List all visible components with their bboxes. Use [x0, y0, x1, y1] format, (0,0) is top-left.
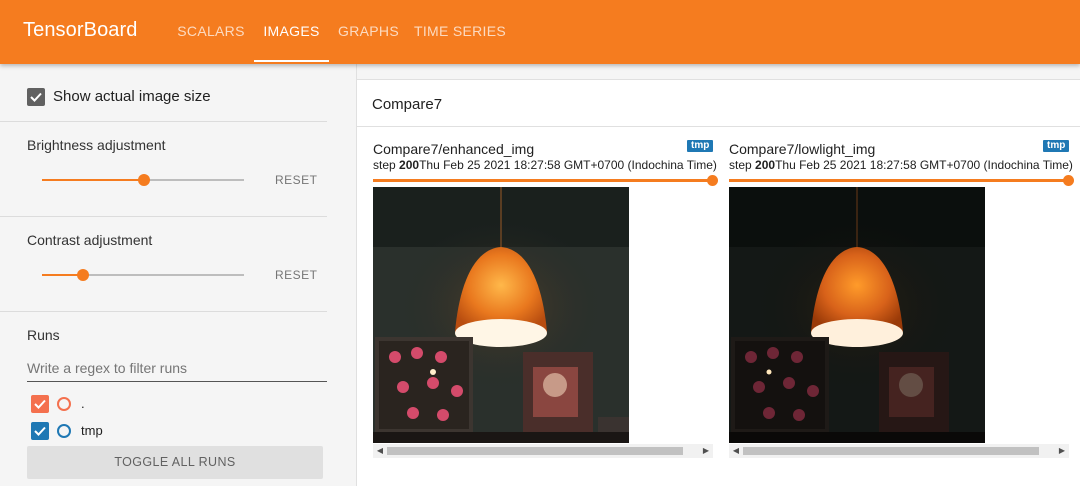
- run-filter-input[interactable]: [27, 354, 327, 382]
- step-slider-thumb[interactable]: [1063, 175, 1074, 186]
- image-card-title: Compare7/enhanced_img: [373, 141, 535, 157]
- show-actual-size-checkbox[interactable]: [27, 88, 45, 106]
- step-slider-track[interactable]: [373, 179, 711, 182]
- step-info: step 200Thu Feb 25 2021 18:27:58 GMT+070…: [373, 158, 717, 172]
- tab-scalars[interactable]: SCALARS: [168, 0, 254, 64]
- tab-graphs[interactable]: GRAPHS: [329, 0, 408, 64]
- checkmark-icon: [30, 92, 42, 102]
- toggle-all-runs-button[interactable]: TOGGLE ALL RUNS: [27, 446, 323, 479]
- app-title: TensorBoard: [23, 19, 138, 41]
- brightness-title: Brightness adjustment: [27, 137, 166, 153]
- divider: [0, 216, 327, 217]
- run-checkbox-tmp[interactable]: [31, 422, 49, 440]
- main-topbar: [357, 64, 1080, 80]
- active-tab-indicator: [254, 60, 329, 62]
- scroll-right-icon[interactable]: ▶: [1055, 444, 1069, 458]
- run-color-swatch[interactable]: [57, 397, 71, 411]
- scrollbar-thumb[interactable]: [743, 447, 1039, 455]
- divider: [0, 311, 327, 312]
- image-card-title: Compare7/lowlight_img: [729, 141, 876, 157]
- show-actual-size-label: Show actual image size: [53, 88, 211, 105]
- checkmark-icon: [34, 426, 46, 436]
- main-panel: Compare7 Compare7/enhanced_img tmp step …: [357, 64, 1080, 486]
- image-card: Compare7/lowlight_img tmp step 200Thu Fe…: [729, 138, 1074, 468]
- runs-title: Runs: [27, 327, 60, 343]
- step-slider-thumb[interactable]: [707, 175, 718, 186]
- sidebar: Show actual image size Brightness adjust…: [0, 64, 357, 486]
- run-name: .: [81, 396, 85, 411]
- scroll-right-icon[interactable]: ▶: [699, 444, 713, 458]
- top-app-bar: TensorBoard SCALARS IMAGES GRAPHS TIME S…: [0, 0, 1080, 64]
- contrast-reset-button[interactable]: RESET: [275, 268, 318, 282]
- scroll-left-icon[interactable]: ◀: [373, 444, 387, 458]
- scroll-left-icon[interactable]: ◀: [729, 444, 743, 458]
- image-enhanced: [373, 187, 629, 443]
- run-color-swatch[interactable]: [57, 424, 71, 438]
- scrollbar-thumb[interactable]: [387, 447, 683, 455]
- run-badge: tmp: [1043, 140, 1070, 152]
- divider: [0, 121, 327, 122]
- lamp-photo: [373, 187, 629, 443]
- tab-time-series[interactable]: TIME SERIES: [408, 0, 512, 64]
- contrast-slider-thumb[interactable]: [77, 269, 89, 281]
- brightness-slider-fill: [42, 179, 144, 181]
- horizontal-scrollbar[interactable]: ◀ ▶: [373, 444, 713, 458]
- horizontal-scrollbar[interactable]: ◀ ▶: [729, 444, 1069, 458]
- image-card: Compare7/enhanced_img tmp step 200Thu Fe…: [373, 138, 718, 468]
- tag-group-title: Compare7: [372, 96, 443, 113]
- run-badge: tmp: [687, 140, 714, 152]
- brightness-reset-button[interactable]: RESET: [275, 173, 318, 187]
- contrast-title: Contrast adjustment: [27, 232, 153, 248]
- run-checkbox-dot[interactable]: [31, 395, 49, 413]
- tab-images[interactable]: IMAGES: [254, 0, 329, 64]
- lamp-photo: [729, 187, 985, 443]
- checkmark-icon: [34, 399, 46, 409]
- step-info: step 200Thu Feb 25 2021 18:27:58 GMT+070…: [729, 158, 1073, 172]
- run-name: tmp: [81, 423, 103, 438]
- step-slider-track[interactable]: [729, 179, 1067, 182]
- image-lowlight: [729, 187, 985, 443]
- brightness-slider-thumb[interactable]: [138, 174, 150, 186]
- tag-group-header[interactable]: Compare7: [357, 81, 1080, 127]
